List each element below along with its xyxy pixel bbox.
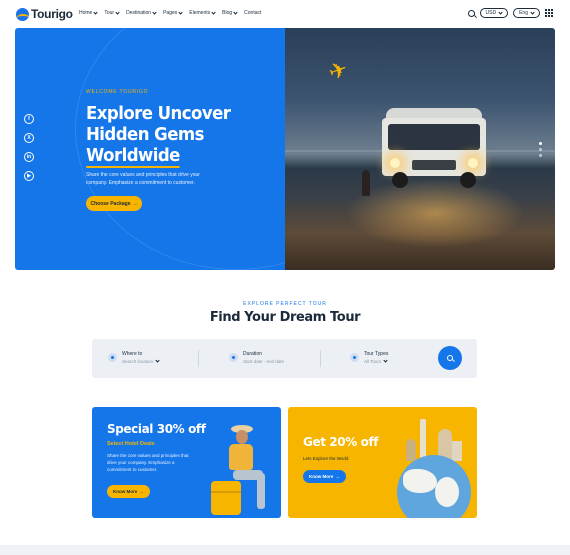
choose-package-label: Choose Package <box>90 200 131 207</box>
tag-icon <box>350 353 359 362</box>
nav-item-home[interactable]: Home <box>79 9 98 16</box>
chevron-down-icon <box>178 9 183 15</box>
slider-dot[interactable] <box>539 154 542 157</box>
tour-search-bar: Where to Search location Duration Start … <box>92 339 477 378</box>
find-tour-title: Find Your Dream Tour <box>209 310 361 325</box>
duration-value: Start date - end date <box>243 359 285 364</box>
hero-title-line-1: Explore Uncover <box>86 103 231 124</box>
suitcase <box>211 481 241 515</box>
site-header: Tourigo Home Tour Destination Pages Elem… <box>0 0 570 28</box>
arrow-right-icon: → <box>335 474 340 479</box>
where-to-label: Where to <box>122 351 143 357</box>
slider-dots[interactable] <box>539 142 542 157</box>
search-icon <box>447 355 453 361</box>
know-more-button[interactable]: Know More → <box>303 470 346 483</box>
hero-title-line-2: Hidden Gems <box>86 124 204 145</box>
airplane-icon: ✈ <box>325 55 351 86</box>
nav-item-elements[interactable]: Elements <box>189 9 216 16</box>
offer-title: Special 30% off <box>107 422 206 436</box>
search-icon[interactable] <box>467 9 475 17</box>
hero-eyebrow: WELCOME TOURIGO <box>86 89 149 95</box>
hero-banner: f X in ▶ WELCOME TOURIGO Explore Uncover… <box>15 28 555 270</box>
chevron-down-icon <box>383 358 388 363</box>
traveler-woman-image <box>205 425 275 518</box>
chevron-down-icon <box>233 9 238 15</box>
calendar-icon <box>229 353 238 362</box>
offer-title: Get 20% off <box>303 435 379 449</box>
logo[interactable]: Tourigo <box>16 7 73 21</box>
social-links: f X in ▶ <box>24 114 34 181</box>
duration-field[interactable]: Duration Start date - end date <box>229 351 284 364</box>
nav-item-tour[interactable]: Tour <box>104 9 120 16</box>
know-more-label: Know More <box>113 489 138 494</box>
language-select[interactable]: Eng <box>513 8 540 18</box>
find-tour-eyebrow: EXPLORE PERFECT TOUR <box>243 301 327 307</box>
page: Tourigo Home Tour Destination Pages Elem… <box>0 0 570 555</box>
hero-title: Explore Uncover Hidden Gems Worldwide <box>86 103 233 168</box>
hero-content: f X in ▶ WELCOME TOURIGO Explore Uncover… <box>15 28 397 270</box>
slider-dot[interactable] <box>539 142 542 145</box>
where-to-field[interactable]: Where to Search location <box>108 351 160 364</box>
chevron-down-icon <box>155 358 160 363</box>
apps-grid-icon[interactable] <box>545 8 554 18</box>
know-more-button[interactable]: Know More → <box>107 485 150 498</box>
offer-subtitle: Lets Explore the World <box>303 456 349 461</box>
know-more-label: Know More <box>309 474 334 479</box>
chevron-down-icon <box>498 9 503 15</box>
divider <box>320 350 321 367</box>
facebook-icon[interactable]: f <box>24 114 34 124</box>
chevron-down-icon <box>93 9 98 15</box>
arrow-right-icon: → <box>132 200 138 207</box>
header-actions: USD Eng <box>467 8 554 18</box>
globe-image <box>397 455 471 518</box>
tour-types-label: Tour Types <box>364 351 389 357</box>
search-button[interactable] <box>438 346 462 370</box>
x-twitter-icon[interactable]: X <box>24 133 34 143</box>
offer-subtitle: Select Hotel Deals <box>107 441 155 447</box>
offer-card-hotel-deals: Special 30% off Select Hotel Deals Share… <box>92 407 281 518</box>
hero-image-campervan: ✈ <box>285 28 555 270</box>
next-section-strip <box>0 545 570 555</box>
chevron-down-icon <box>152 9 157 15</box>
campervan <box>382 108 486 190</box>
linkedin-icon[interactable]: in <box>24 152 34 162</box>
offer-description: Share the core values and principles tha… <box>107 453 189 472</box>
chevron-down-icon <box>530 9 535 15</box>
hero-title-line-3: Worldwide <box>86 145 180 168</box>
divider <box>198 350 199 367</box>
statue-of-liberty <box>420 419 426 461</box>
tour-types-value: All Tours <box>364 359 382 364</box>
offer-card-explore-world: Get 20% off Lets Explore the World Know … <box>288 407 477 518</box>
chevron-down-icon <box>211 9 216 15</box>
nav-item-contact[interactable]: Contact <box>244 10 261 16</box>
youtube-icon[interactable]: ▶ <box>24 171 34 181</box>
landmark-building <box>406 439 416 461</box>
duration-label: Duration <box>243 351 262 357</box>
nav-item-blog[interactable]: Blog <box>222 9 238 16</box>
arrow-right-icon: → <box>139 489 144 494</box>
chevron-down-icon <box>115 9 120 15</box>
tour-types-field[interactable]: Tour Types All Tours <box>350 351 388 364</box>
walking-person <box>362 170 370 196</box>
logo-text: Tourigo <box>31 7 73 21</box>
location-pin-icon <box>108 353 117 362</box>
hero-description: Share the core values and principles tha… <box>86 172 200 186</box>
main-nav: Home Tour Destination Pages Elements Blo… <box>79 9 261 16</box>
where-to-value: Search location <box>122 359 154 364</box>
nav-item-pages[interactable]: Pages <box>163 9 183 16</box>
choose-package-button[interactable]: Choose Package → <box>86 196 142 211</box>
currency-select[interactable]: USD <box>479 8 509 18</box>
landmark-building <box>452 441 462 461</box>
nav-item-destination[interactable]: Destination <box>126 9 157 16</box>
slider-dot[interactable] <box>539 148 542 151</box>
logo-icon <box>16 7 29 21</box>
